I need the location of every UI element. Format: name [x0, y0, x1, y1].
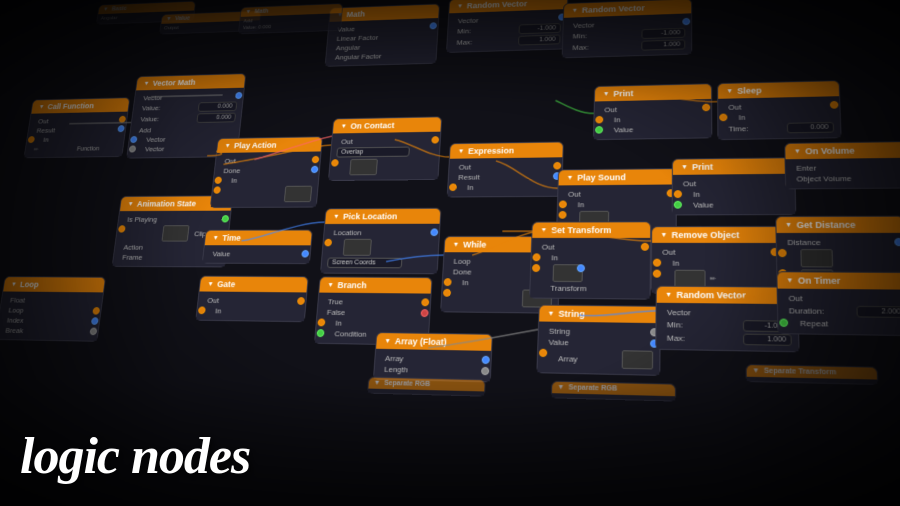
node-on-volume: On Volume Enter Object Volume: [784, 141, 900, 189]
node-random-vector-1: Random Vector Vector Min: -1.000 Max: 1.…: [562, 0, 693, 58]
node-on-timer: On Timer Out Duration: 2.000 Repeat: [776, 271, 900, 336]
node-branch-header: Branch: [319, 277, 431, 293]
node-play-action: Play Action Out Done In: [210, 136, 323, 208]
node-expression-header: Expression: [450, 142, 563, 158]
node-loop: Loop Float Loop Index Break: [0, 276, 106, 342]
node-time: Time Value: [202, 230, 313, 265]
node-loop-header: Loop: [3, 277, 105, 292]
node-call-function: Call Function Out Result In ✏ Function: [24, 97, 131, 158]
node-remove-object-header: Remove Object: [652, 227, 780, 243]
node-set-transform-header: Set Transform: [532, 222, 650, 238]
node-on-timer-header: On Timer: [777, 272, 900, 289]
node-play-sound-header: Play Sound: [559, 169, 676, 185]
node-set-transform: Set Transform Out In Transform: [529, 221, 651, 299]
node-string-header: String: [539, 306, 660, 324]
node-bottom-1: Separate RGB: [367, 377, 486, 397]
node-print-2-header: Print: [673, 158, 794, 175]
node-print-2: Print Out In Value: [672, 157, 797, 215]
node-pick-location: Pick Location Location Screen Coords: [320, 208, 441, 274]
node-play-action-header: Play Action: [217, 137, 322, 153]
node-pick-location-header: Pick Location: [325, 209, 440, 224]
node-array-float: Array (Float) Array Length: [373, 332, 493, 382]
node-string: String String Value Array: [536, 305, 660, 376]
node-expression: Expression Out Result In: [447, 142, 564, 198]
node-sleep: Sleep Out In Time: 0.000: [717, 80, 842, 140]
node-random-vector-top: Random Vector Vector Min: -1.000 Max: 1.…: [446, 0, 568, 53]
node-on-contact: On Contact Out Overlap: [328, 116, 442, 181]
node-gate-header: Gate: [200, 277, 308, 293]
node-small-3: Math Add Value: 0.000: [238, 3, 343, 34]
node-time-header: Time: [205, 231, 312, 246]
node-on-volume-header: On Volume: [785, 142, 900, 159]
node-gate: Gate Out In: [195, 276, 308, 323]
node-bottom-3: Separate Transform: [746, 364, 879, 385]
node-remove-object: Remove Object Out In ✏: [651, 226, 783, 295]
page-title: logic nodes: [20, 427, 250, 486]
scene: Loop Float Loop Index Break Call Functi: [0, 0, 900, 506]
node-get-distance-header: Get Distance: [776, 217, 900, 233]
node-bottom-2: Separate RGB: [551, 381, 676, 402]
node-print-1: Print Out In Value: [593, 83, 712, 140]
